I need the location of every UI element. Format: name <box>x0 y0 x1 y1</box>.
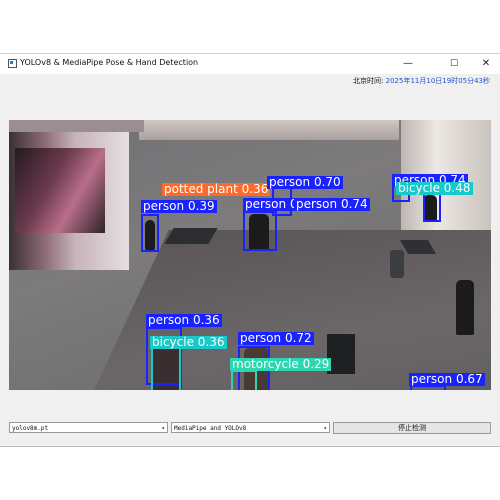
detection-label: person 0.36 <box>146 313 222 327</box>
detection-box <box>243 211 277 251</box>
maximize-button[interactable]: ☐ <box>440 54 468 74</box>
pedestrian <box>456 280 474 335</box>
storefront-left <box>9 120 144 270</box>
model-select-value: yolov8m.pt <box>12 425 49 432</box>
building-facade <box>139 120 399 140</box>
title-bar: YOLOv8 & MediaPipe Pose & Hand Detection… <box>0 54 500 74</box>
chevron-down-icon: ▾ <box>323 425 327 432</box>
detection-label: bicycle 0.36 <box>150 335 227 349</box>
detection-box <box>231 370 257 390</box>
minimize-button[interactable]: — <box>394 54 422 74</box>
detection-label: bicycle 0.48 <box>396 181 473 195</box>
model-select[interactable]: yolov8m.pt ▾ <box>9 422 168 433</box>
detection-label: person 0.74 <box>294 197 370 211</box>
shop-window <box>15 148 105 233</box>
detection-label: person 0.67 <box>409 372 485 386</box>
detection-box <box>141 214 159 252</box>
detection-label: person 0.70 <box>267 175 343 189</box>
mode-select-value: MediaPipe and YOLOv8 <box>174 425 247 432</box>
chevron-down-icon: ▾ <box>161 425 165 432</box>
detection-box <box>151 342 181 390</box>
bench <box>164 228 218 244</box>
stop-detection-button[interactable]: 停止检测 <box>333 422 491 434</box>
close-button[interactable]: ✕ <box>472 54 500 74</box>
detection-label: motorcycle 0.29 <box>230 357 332 371</box>
video-feed: potted plant 0.36 person 0.70 person 0.3… <box>9 120 491 390</box>
app-icon <box>8 59 17 68</box>
mode-select[interactable]: MediaPipe and YOLOv8 ▾ <box>171 422 330 433</box>
clock-label: 北京时间: <box>353 77 386 85</box>
clock-readout: 北京时间: 2025年11月10日19时05分43秒 <box>353 76 490 86</box>
litter-bin <box>390 250 404 278</box>
detection-label: person 0.72 <box>238 331 314 345</box>
detection-label: potted plant 0.36 <box>162 182 271 196</box>
app-window: YOLOv8 & MediaPipe Pose & Hand Detection… <box>0 53 500 447</box>
window-title: YOLOv8 & MediaPipe Pose & Hand Detection <box>20 58 199 67</box>
shop-awning <box>9 120 144 132</box>
clock-value: 2025年11月10日19时05分43秒 <box>385 77 490 85</box>
detection-label: person 0.39 <box>141 199 217 213</box>
